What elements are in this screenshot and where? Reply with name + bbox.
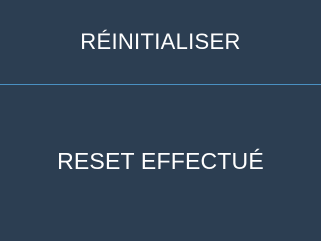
reset-dialog: RÉINITIALISER RESET EFFECTUÉ: [0, 0, 321, 241]
dialog-title: RÉINITIALISER: [80, 29, 241, 54]
status-message: RESET EFFECTUÉ: [57, 147, 264, 174]
dialog-body: RESET EFFECTUÉ: [0, 85, 321, 241]
dialog-header: RÉINITIALISER: [0, 0, 321, 84]
